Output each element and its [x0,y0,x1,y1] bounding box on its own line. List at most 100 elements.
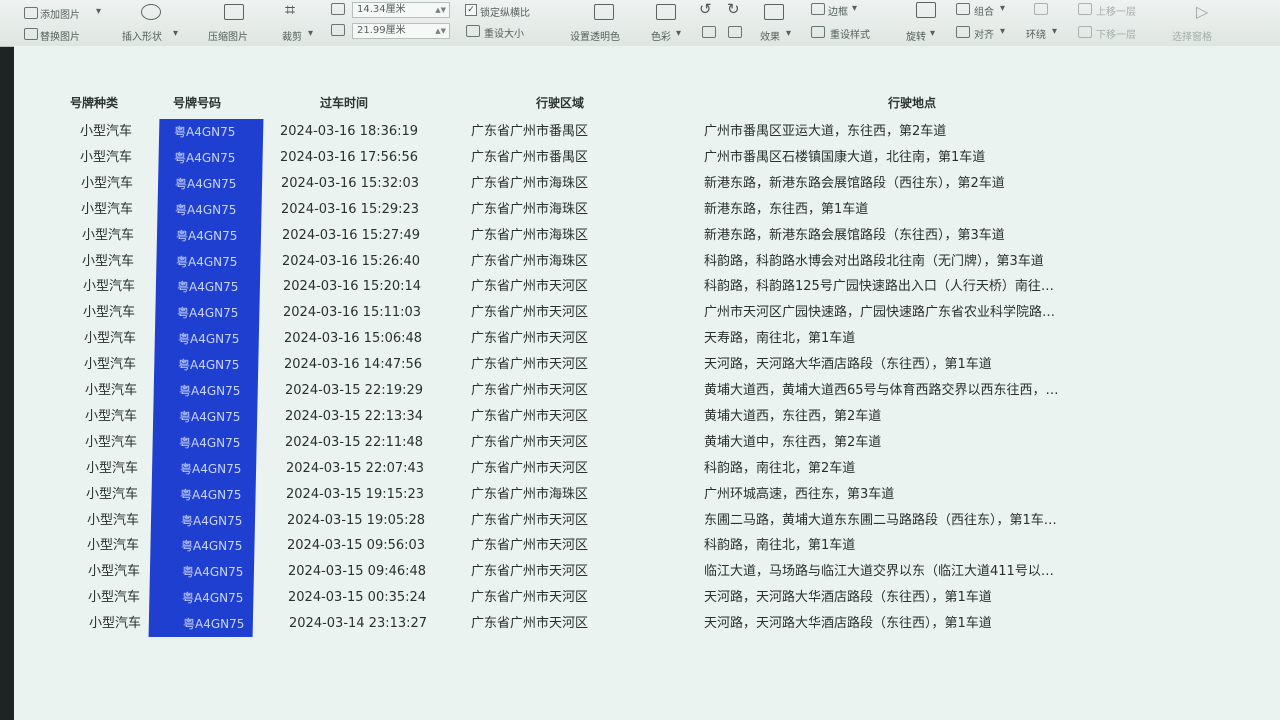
table-row[interactable]: 小型汽车 粤A4GN75 2024-03-16 15:29:23 广东省广州市海珠区 新… [0,197,1280,223]
cell-plate-type: 小型汽车 [82,254,135,269]
reset-size-button[interactable]: 重设大小 [484,25,524,40]
move-down-button[interactable]: 下移一层 [1096,26,1136,41]
cell-plate-number: 粤A4GN75 [181,514,243,528]
picture-icon[interactable] [702,26,716,38]
table-row[interactable]: 小型汽车 粤A4GN75 2024-03-15 19:15:23 广东省广州市海珠区 广… [0,482,1280,508]
crop-button[interactable]: 裁剪 [282,28,302,43]
chevron-down-icon[interactable]: ▾ [786,28,791,39]
color-button[interactable]: 色彩 [651,28,671,43]
table-row[interactable]: 小型汽车 粤A4GN75 2024-03-16 15:26:40 广东省广州市海珠区 科… [0,249,1280,275]
cell-plate-type: 小型汽车 [81,202,134,217]
effects-button[interactable]: 效果 [760,28,780,43]
table-row[interactable]: 小型汽车 粤A4GN75 2024-03-15 00:35:24 广东省广州市天河区 天… [0,585,1280,611]
cell-pass-time: 2024-03-15 09:56:03 [287,538,426,553]
crop-icon: ⌗ [285,0,296,21]
cell-plate-type: 小型汽车 [88,590,141,605]
wrap-button[interactable]: 环绕 [1026,26,1046,41]
table-row[interactable]: 小型汽车 粤A4GN75 2024-03-15 22:07:43 广东省广州市天河区 科… [0,456,1280,482]
cell-plate-type: 小型汽车 [86,461,139,476]
height-field[interactable]: 14.34厘米 ▲▼ [352,2,450,18]
table-row[interactable]: 小型汽车 粤A4GN75 2024-03-15 09:46:48 广东省广州市天河区 临… [0,559,1280,585]
spinner-icon[interactable]: ▲▼ [435,24,446,38]
table-row[interactable]: 小型汽车 粤A4GN75 2024-03-16 14:47:56 广东省广州市天河区 天… [0,352,1280,378]
cell-plate-number: 粤A4GN75 [182,591,244,605]
cell-plate-type: 小型汽车 [88,564,141,579]
cell-plate-number: 粤A4GN75 [174,151,236,165]
chevron-down-icon[interactable]: ▾ [96,6,101,17]
table-row[interactable]: 小型汽车 粤A4GN75 2024-03-16 15:06:48 广东省广州市天河区 天… [0,326,1280,352]
chevron-down-icon[interactable]: ▾ [1000,3,1005,14]
rotate-button[interactable]: 旋转 [906,28,926,43]
cell-location: 黄埔大道西，东往西，第2车道 [704,409,882,424]
cell-region: 广东省广州市番禺区 [471,124,589,139]
combine-button[interactable]: 组合 [974,3,994,18]
set-transparent-color-button[interactable]: 设置透明色 [570,28,620,43]
width-field[interactable]: 21.99厘米 ▲▼ [352,23,450,39]
reset-style-icon [811,26,825,38]
chevron-down-icon[interactable]: ▾ [1052,26,1057,37]
table-row[interactable]: 小型汽车 粤A4GN75 2024-03-15 22:19:29 广东省广州市天河区 黄… [0,378,1280,404]
cell-location: 天河路，天河路大华酒店路段（东往西），第1车道 [704,357,992,372]
rotate-icon [916,2,936,18]
cell-plate-type: 小型汽车 [87,538,140,553]
lock-ratio-label: 锁定纵横比 [480,8,530,19]
border-button[interactable]: 边框 [828,3,848,18]
rotate-left-icon[interactable]: ↺ [699,0,712,18]
cell-plate-type: 小型汽车 [87,513,140,528]
table-row[interactable]: 小型汽车 粤A4GN75 2024-03-15 22:13:34 广东省广州市天河区 黄… [0,404,1280,430]
cell-plate-number: 粤A4GN75 [182,565,244,579]
height-value: 14.34厘米 [357,4,406,15]
table-row[interactable]: 小型汽车 粤A4GN75 2024-03-15 22:11:48 广东省广州市天河区 黄… [0,430,1280,456]
wrap-icon [1034,3,1048,15]
cell-location: 天河路，天河路大华酒店路段（东往西），第1车道 [704,590,992,605]
cell-pass-time: 2024-03-16 18:36:19 [280,124,419,139]
table-row[interactable]: 小型汽车 粤A4GN75 2024-03-16 15:32:03 广东省广州市海珠区 新… [0,171,1280,197]
table-row[interactable]: 小型汽车 粤A4GN75 2024-03-16 15:20:14 广东省广州市天河区 科… [0,274,1280,300]
cell-region: 广东省广州市天河区 [471,616,589,631]
cell-plate-type: 小型汽车 [81,176,134,191]
chevron-down-icon[interactable]: ▾ [1000,26,1005,37]
insert-shape-button[interactable]: 插入形状 [122,28,162,43]
table-row[interactable]: 小型汽车 粤A4GN75 2024-03-16 15:11:03 广东省广州市天河区 广… [0,300,1280,326]
table-row[interactable]: 小型汽车 粤A4GN75 2024-03-16 18:36:19 广东省广州市番禺区 广… [0,119,1280,145]
cell-plate-number: 粤A4GN75 [178,332,240,346]
cell-region: 广东省广州市海珠区 [471,176,589,191]
cell-plate-type: 小型汽车 [89,616,142,631]
color-icon [656,4,676,20]
chevron-down-icon[interactable]: ▾ [173,28,178,39]
effects-icon [764,4,784,20]
reset-size-icon [466,25,480,37]
selection-pane-button[interactable]: 选择窗格 [1172,28,1212,43]
chevron-down-icon[interactable]: ▾ [852,3,857,14]
chevron-down-icon[interactable]: ▾ [676,28,681,39]
table-row[interactable]: 小型汽车 粤A4GN75 2024-03-16 15:27:49 广东省广州市海珠区 新… [0,223,1280,249]
table-row[interactable]: 小型汽车 粤A4GN75 2024-03-16 17:56:56 广东省广州市番禺区 广… [0,145,1280,171]
cell-region: 广东省广州市海珠区 [471,228,589,243]
rotate-right-icon[interactable]: ↻ [727,0,740,18]
combine-icon [956,3,970,15]
cell-pass-time: 2024-03-15 19:05:28 [287,513,426,528]
cell-pass-time: 2024-03-16 15:27:49 [282,228,421,243]
transparent-color-icon [594,4,614,20]
chevron-down-icon[interactable]: ▾ [930,28,935,39]
table-row[interactable]: 小型汽车 粤A4GN75 2024-03-15 09:56:03 广东省广州市天河区 科… [0,533,1280,559]
cell-plate-type: 小型汽车 [83,305,136,320]
compress-picture-button[interactable]: 压缩图片 [208,28,248,43]
cell-plate-number: 粤A4GN75 [177,306,239,320]
replace-picture-button[interactable]: 替换图片 [40,28,80,43]
table-row[interactable]: 小型汽车 粤A4GN75 2024-03-15 19:05:28 广东省广州市天河区 东… [0,508,1280,534]
align-button[interactable]: 对齐 [974,26,994,41]
cell-pass-time: 2024-03-16 15:06:48 [284,331,423,346]
lock-ratio-checkbox[interactable]: ✓ [465,4,477,16]
cell-pass-time: 2024-03-16 15:29:23 [281,202,420,217]
table-row[interactable]: 小型汽车 粤A4GN75 2024-03-14 23:13:27 广东省广州市天河区 天… [0,611,1280,637]
add-picture-button[interactable]: 添加图片 [40,6,80,21]
move-up-button[interactable]: 上移一层 [1096,3,1136,18]
reset-style-button[interactable]: 重设样式 [830,26,870,41]
cell-region: 广东省广州市天河区 [471,409,589,424]
chevron-down-icon[interactable]: ▾ [308,28,313,39]
picture-icon[interactable] [728,26,742,38]
cell-region: 广东省广州市海珠区 [471,202,589,217]
spinner-icon[interactable]: ▲▼ [435,3,446,17]
cell-location: 新港东路，东往西，第1车道 [704,202,869,217]
